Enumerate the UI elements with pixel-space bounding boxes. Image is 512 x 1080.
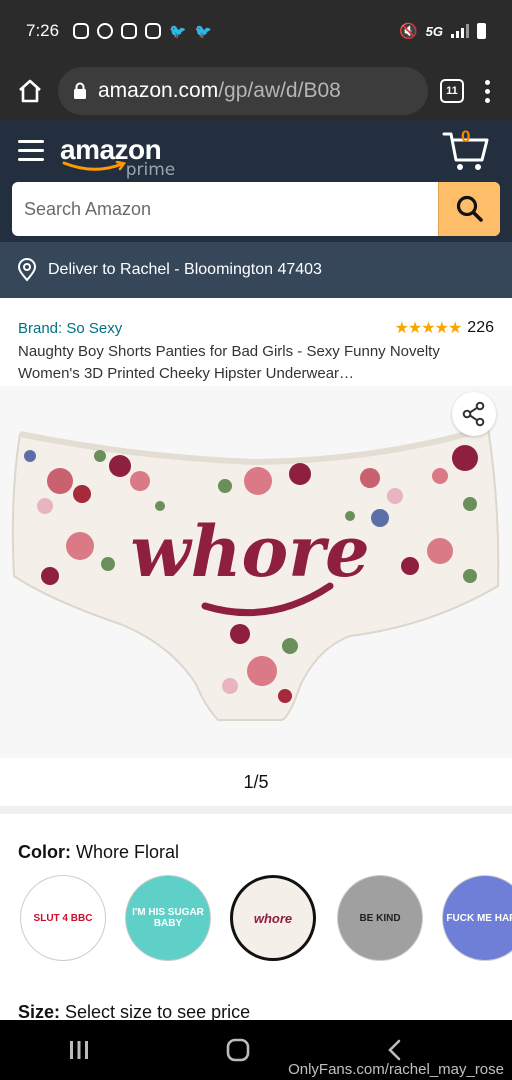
size-label: Size: [18,1002,61,1022]
instagram-icon [145,23,162,39]
page: 7:26 🐦 🐦 🔇 5G amazon.com/gp/aw/d/B08 11 … [0,0,512,1080]
url-domain: amazon.com [98,79,219,102]
watermark: OnlyFans.com/rachel_may_rose [288,1061,504,1078]
home-button[interactable] [14,75,46,107]
search-button[interactable] [438,182,500,236]
amazon-logo[interactable]: amazon prime [60,134,175,180]
color-value: Whore Floral [76,842,180,862]
twitter-icon: 🐦 [169,22,187,39]
deliver-to-bar[interactable]: Deliver to Rachel - Bloomington 47403 [0,242,512,298]
product-info: Brand: So Sexy ★★★★★ 226 Naughty Boy Sho… [0,298,512,386]
logo-sub: prime [125,160,176,180]
product-image: whore [11,425,500,721]
swatch-option[interactable]: FUCK ME HARD [442,875,512,961]
search-icon [456,195,483,222]
home-nav-icon[interactable] [225,1037,251,1063]
share-icon [462,401,485,427]
network-label: 5G [425,23,443,39]
browser-toolbar: amazon.com/gp/aw/d/B08 11 [0,62,512,120]
tab-switcher-button[interactable]: 11 [440,79,464,103]
swatch-option[interactable]: I'M HIS SUGAR BABY [125,875,211,961]
mute-icon: 🔇 [398,23,418,40]
messenger-icon [97,23,114,39]
hamburger-menu-icon[interactable] [18,139,44,161]
swatch-option-selected[interactable]: whore [230,875,316,961]
url-bar[interactable]: amazon.com/gp/aw/d/B08 [58,67,428,115]
amazon-header: amazon prime 0 Search Amazon Deliver to … [0,120,512,298]
cart-count: 0 [461,127,471,146]
instagram-icon [121,23,138,39]
recent-apps-icon[interactable] [67,1039,91,1061]
color-selector: Color: Whore Floral SLUT 4 BBC I'M HIS S… [0,814,512,979]
swatch-label: FUCK ME HARD [446,912,512,924]
url-path: /gp/aw/d/B08 [218,79,341,102]
star-rating-icon: ★★★★★ [394,320,463,337]
deliver-text: Deliver to Rachel - Bloomington 47403 [48,261,322,278]
swatch-label: I'M HIS SUGAR BABY [132,907,204,929]
section-divider [0,806,512,814]
rating-count: 226 [467,319,494,336]
swatch-option[interactable]: BE KIND [337,875,423,961]
swatch-label: SLUT 4 BBC [33,912,93,924]
status-time: 7:26 [26,21,60,40]
status-bar: 7:26 🐦 🐦 🔇 5G [0,0,512,62]
location-pin-icon [17,258,37,282]
signal-icon [451,24,469,38]
search-input[interactable] [12,182,438,236]
swatch-option[interactable]: SLUT 4 BBC [20,875,106,961]
search-bar [12,182,500,236]
swatch-label: whore [253,910,293,926]
smile-icon [62,161,127,171]
print-text: whore [130,510,369,593]
size-value: Select size to see price [65,1002,251,1022]
swatch-list: SLUT 4 BBC I'M HIS SUGAR BABY whore BE K… [18,875,512,979]
home-icon [19,79,41,103]
twitter-icon: 🐦 [194,22,212,39]
color-label: Color: [18,842,71,862]
browser-menu-button[interactable] [476,79,498,103]
product-image-carousel[interactable]: whore [0,386,512,758]
battery-icon [477,23,486,39]
swatch-label: BE KIND [359,912,401,924]
rating[interactable]: ★★★★★ 226 [395,318,494,338]
cart-button[interactable]: 0 [442,127,490,172]
instagram-icon [73,23,90,39]
share-button[interactable] [452,392,496,436]
lock-icon [74,82,86,99]
product-title: Naughty Boy Shorts Panties for Bad Girls… [18,343,440,382]
android-nav-bar: OnlyFans.com/rachel_may_rose [0,1020,512,1080]
back-icon[interactable] [385,1038,405,1062]
image-pager: 1/5 [0,758,512,806]
